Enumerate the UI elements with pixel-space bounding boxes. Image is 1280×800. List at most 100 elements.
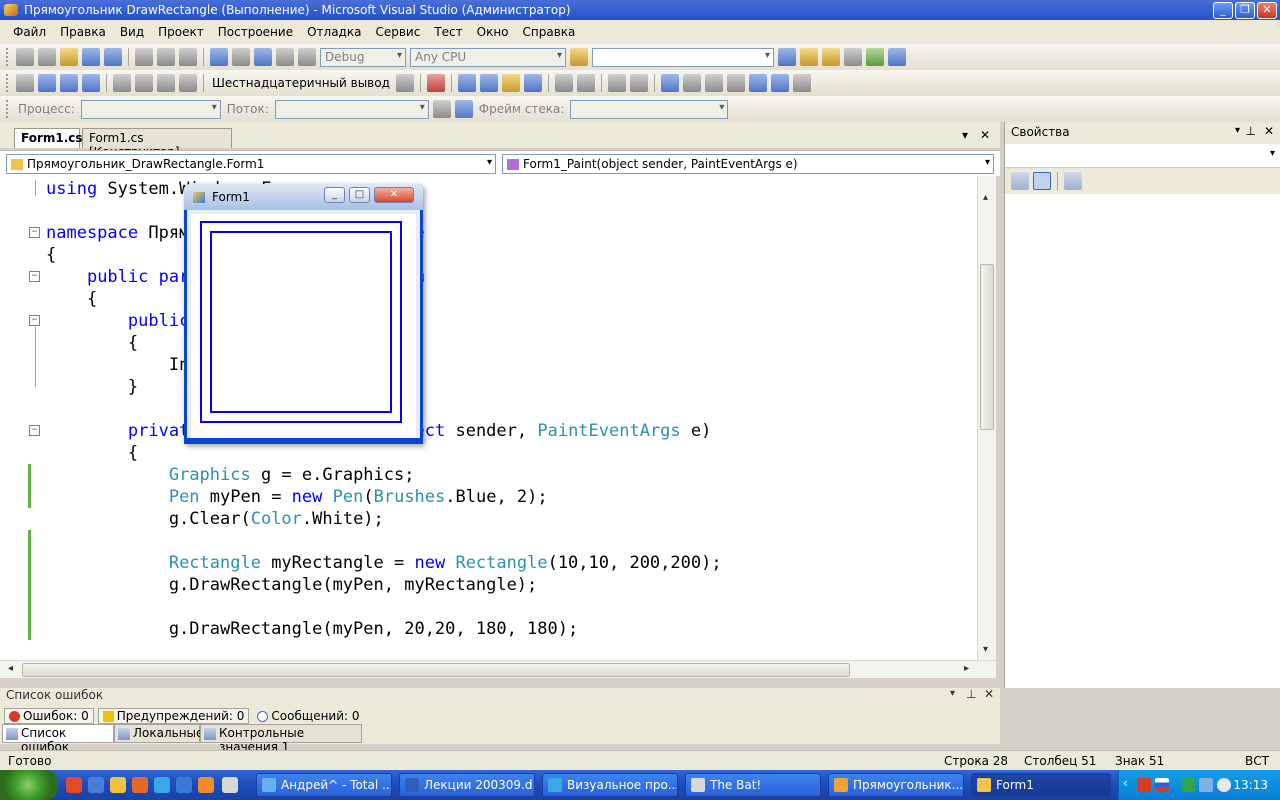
next-bookmark-folder-icon[interactable] xyxy=(748,74,767,92)
thread-combo[interactable] xyxy=(274,99,429,119)
find-icon[interactable] xyxy=(792,74,811,92)
panel-menu-icon[interactable]: ▾ xyxy=(950,688,955,699)
form1-maximize-button[interactable]: □ xyxy=(349,187,370,203)
task-ie-window[interactable]: Визуальное про... xyxy=(542,773,678,797)
scroll-up-icon[interactable]: ▴ xyxy=(983,192,988,203)
quicklaunch-icon[interactable] xyxy=(66,777,82,793)
add-item-icon[interactable] xyxy=(38,48,56,66)
more-windows-icon[interactable] xyxy=(888,48,906,66)
minimize-button[interactable]: _ xyxy=(1213,1,1233,19)
toolbar-grip[interactable] xyxy=(6,74,10,92)
network-icon[interactable] xyxy=(1181,778,1195,792)
stack-frame-combo[interactable] xyxy=(570,99,729,119)
find-combo[interactable] xyxy=(592,47,774,67)
scroll-right-icon[interactable]: ▸ xyxy=(964,663,969,674)
step-over-icon[interactable] xyxy=(157,74,175,92)
task-the-bat[interactable]: The Bat! xyxy=(685,773,821,797)
prev-bookmark-icon[interactable] xyxy=(682,74,701,92)
quicklaunch-icon[interactable] xyxy=(132,777,148,793)
pin-icon[interactable]: ⊥ xyxy=(1246,124,1256,138)
quicklaunch-icon[interactable] xyxy=(176,777,192,793)
tab-watch-1[interactable]: Контрольные значения 1 xyxy=(200,724,362,754)
member-dropdown[interactable]: Form1_Paint(object sender, PaintEventArg… xyxy=(502,154,994,174)
outdent-icon[interactable] xyxy=(576,74,595,92)
filter-icon[interactable] xyxy=(432,100,451,118)
toolbar-grip[interactable] xyxy=(6,48,10,66)
collapse-class-icon[interactable]: − xyxy=(29,271,40,282)
step-into-icon[interactable] xyxy=(135,74,153,92)
menu-help[interactable]: Справка xyxy=(516,25,583,39)
save-icon[interactable] xyxy=(82,48,100,66)
break-all-icon[interactable] xyxy=(38,74,56,92)
open-folder-icon[interactable] xyxy=(60,48,78,66)
form1-window[interactable]: Form1 _ □ ✕ xyxy=(184,184,423,444)
close-button[interactable]: ✕ xyxy=(1257,1,1277,19)
form1-close-button[interactable]: ✕ xyxy=(374,187,414,203)
panel-menu-icon[interactable]: ▾ xyxy=(1235,125,1240,136)
configuration-combo[interactable]: Debug xyxy=(320,47,406,67)
tab-dropdown-icon[interactable]: ▾ xyxy=(962,128,968,142)
form1-minimize-button[interactable]: _ xyxy=(324,187,345,203)
solution-explorer-icon[interactable] xyxy=(778,48,796,66)
menu-tools[interactable]: Сервис xyxy=(368,25,427,39)
toolbar-grip[interactable] xyxy=(6,100,10,118)
next-bookmark-icon[interactable] xyxy=(704,74,723,92)
tab-locals[interactable]: Локальные xyxy=(114,724,203,743)
hex-icon[interactable] xyxy=(395,74,414,92)
close-document-icon[interactable]: ✕ xyxy=(980,128,990,142)
volume-icon[interactable] xyxy=(1217,778,1231,792)
collapse-constructor-icon[interactable]: − xyxy=(29,315,40,326)
task-visual-studio[interactable]: Прямоугольник... xyxy=(828,773,964,797)
members-icon[interactable] xyxy=(479,74,498,92)
properties-icon[interactable] xyxy=(800,48,818,66)
collapse-namespace-icon[interactable]: − xyxy=(29,227,40,238)
show-next-statement-icon[interactable] xyxy=(113,74,131,92)
menu-project[interactable]: Проект xyxy=(151,25,211,39)
quicklaunch-icon[interactable] xyxy=(198,777,214,793)
task-form1[interactable]: Form1 xyxy=(971,773,1111,797)
clear-bookmarks-icon[interactable] xyxy=(770,74,789,92)
paste-icon[interactable] xyxy=(179,48,197,66)
start-page-icon[interactable] xyxy=(866,48,884,66)
close-panel-icon[interactable]: ✕ xyxy=(1264,124,1274,138)
categorized-icon[interactable] xyxy=(1011,172,1029,190)
class-view-icon[interactable] xyxy=(457,74,476,92)
redo-icon[interactable] xyxy=(232,48,250,66)
scroll-left-icon[interactable]: ◂ xyxy=(8,663,13,674)
menu-test[interactable]: Тест xyxy=(427,25,469,39)
tray-app-icon[interactable] xyxy=(1199,778,1213,792)
task-total-commander[interactable]: Андрей^ - Total ... xyxy=(256,773,392,797)
bookmark-icon[interactable] xyxy=(660,74,679,92)
tab-error-list[interactable]: Список ошибок xyxy=(2,724,114,754)
form1-title-bar[interactable]: Form1 _ □ ✕ xyxy=(184,184,423,210)
toolbox-icon[interactable] xyxy=(844,48,862,66)
tab-form1-designer[interactable]: Form1.cs [Конструктор] xyxy=(82,128,232,159)
antivirus-icon[interactable] xyxy=(1137,778,1151,792)
menu-view[interactable]: Вид xyxy=(113,25,151,39)
indent-icon[interactable] xyxy=(554,74,573,92)
process-combo[interactable] xyxy=(80,99,221,119)
pin-icon[interactable]: ⊥ xyxy=(966,687,976,701)
tab-form1-cs[interactable]: Form1.cs xyxy=(14,128,83,148)
hex-display-toggle[interactable]: Шестнадцатеричный вывод xyxy=(212,76,390,90)
warnings-filter-button[interactable]: Предупреждений: 0 xyxy=(97,708,250,724)
new-project-icon[interactable] xyxy=(16,48,34,66)
code-editor[interactable]: − − − − using System.Windows.Forms; name… xyxy=(0,176,996,660)
platform-combo[interactable]: Any CPU xyxy=(410,47,566,67)
cut-icon[interactable] xyxy=(135,48,153,66)
restore-button[interactable]: ❐ xyxy=(1235,1,1255,19)
font-size-icon[interactable] xyxy=(523,74,542,92)
task-word-document[interactable]: Лекции 200309.d... xyxy=(399,773,535,797)
quicklaunch-icon[interactable] xyxy=(88,777,104,793)
uncomment-icon[interactable] xyxy=(629,74,648,92)
close-panel-icon[interactable]: ✕ xyxy=(984,687,994,701)
undo-icon[interactable] xyxy=(210,48,228,66)
menu-file[interactable]: Файл xyxy=(6,25,53,39)
navigate-icon[interactable] xyxy=(254,48,272,66)
tray-expand-icon[interactable]: ‹ xyxy=(1123,776,1137,790)
messages-filter-button[interactable]: Сообщений: 0 xyxy=(253,708,363,724)
horizontal-scroll-thumb[interactable] xyxy=(22,663,850,677)
menu-window[interactable]: Окно xyxy=(470,25,516,39)
menu-build[interactable]: Построение xyxy=(211,25,300,39)
menu-edit[interactable]: Правка xyxy=(53,25,113,39)
